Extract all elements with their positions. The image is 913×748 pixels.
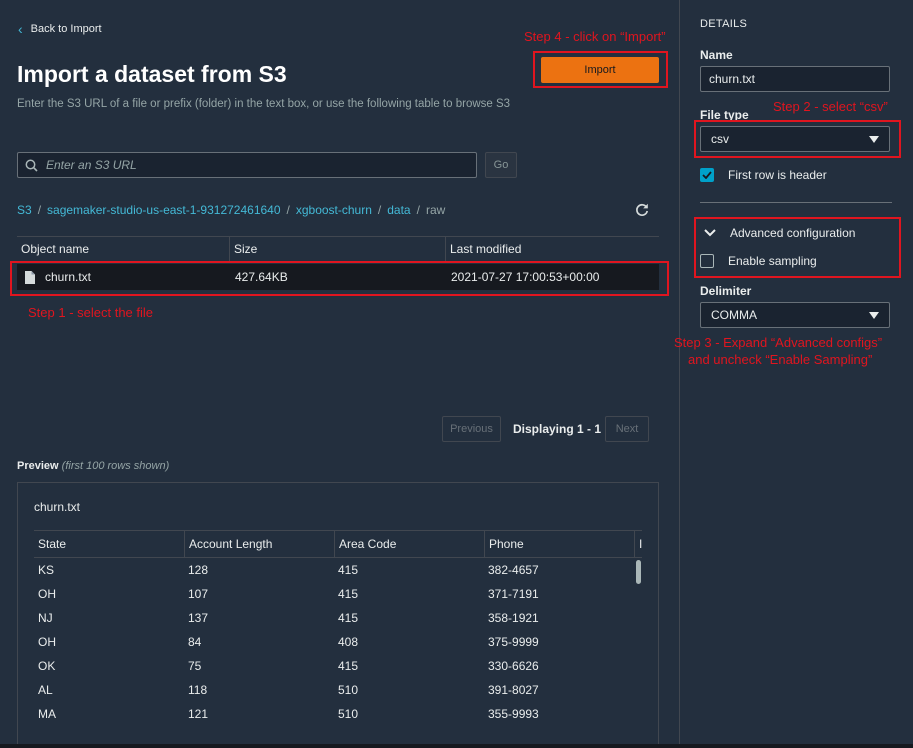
cell-account-length: 75 [188, 659, 202, 673]
cell-state: OH [38, 635, 56, 649]
breadcrumb-separator: / [416, 203, 420, 217]
step1-annotation: Step 1 - select the file [28, 305, 154, 320]
table-row: OK 75 415 330-6626 [34, 654, 642, 678]
preview-scrollbar[interactable] [636, 560, 641, 584]
next-button[interactable]: Next [605, 416, 649, 442]
step1-highlight-box [10, 261, 669, 296]
cell-phone: 382-4657 [488, 563, 539, 577]
cell-state: OK [38, 659, 56, 673]
cell-account-length: 128 [188, 563, 209, 577]
cell-state: MA [38, 707, 56, 721]
column-header-last-modified[interactable]: Last modified [445, 237, 659, 261]
caret-down-icon [869, 311, 879, 319]
preview-label: Preview (first 100 rows shown) [17, 460, 169, 472]
column-header-area-code: Area Code [334, 531, 484, 557]
table-row: AL 118 510 391-8027 [34, 678, 642, 702]
cell-phone: 330-6626 [488, 659, 539, 673]
breadcrumb-bucket[interactable]: sagemaker-studio-us-east-1-931272461640 [47, 203, 280, 217]
preview-note: (first 100 rows shown) [61, 460, 170, 472]
search-icon [25, 159, 38, 172]
cell-area-code: 415 [338, 563, 359, 577]
checkmark-icon [702, 171, 712, 179]
table-row: OH 84 408 375-9999 [34, 630, 642, 654]
chevron-left-icon: ‹ [18, 21, 23, 37]
cell-phone: 358-1921 [488, 611, 539, 625]
breadcrumb-current: raw [425, 203, 446, 217]
name-field[interactable]: churn.txt [700, 66, 890, 92]
step3-highlight-box [694, 217, 901, 278]
breadcrumb-separator: / [286, 203, 290, 217]
breadcrumb: S3 / sagemaker-studio-us-east-1-93127246… [17, 203, 445, 217]
delimiter-value: COMMA [711, 308, 757, 322]
column-header-truncated: I [634, 531, 642, 557]
table-row: OH 107 415 371-7191 [34, 582, 642, 606]
breadcrumb-separator: / [37, 203, 42, 217]
step2-highlight-box [694, 120, 901, 158]
breadcrumb-separator: / [377, 203, 382, 217]
cell-phone: 375-9999 [488, 635, 539, 649]
pagination-status: Displaying 1 - 1 [513, 422, 602, 436]
step3-annotation-line1: Step 3 - Expand “Advanced configs” [674, 335, 883, 350]
page-title: Import a dataset from S3 [17, 61, 287, 87]
cell-phone: 355-9993 [488, 707, 539, 721]
divider [700, 202, 892, 203]
table-row: MA 121 510 355-9993 [34, 702, 642, 726]
cell-account-length: 84 [188, 635, 202, 649]
cell-area-code: 415 [338, 611, 359, 625]
s3-url-input[interactable] [46, 158, 456, 172]
page-description: Enter the S3 URL of a file or prefix (fo… [17, 98, 511, 110]
main-panel: ‹ Back to Import Import a dataset from S… [0, 0, 679, 748]
back-link-label: Back to Import [30, 23, 102, 35]
preview-file-name: churn.txt [34, 500, 81, 514]
delimiter-select[interactable]: COMMA [700, 302, 890, 328]
cell-area-code: 415 [338, 659, 359, 673]
previous-button[interactable]: Previous [442, 416, 501, 442]
cell-account-length: 121 [188, 707, 209, 721]
preview-title: Preview [17, 460, 59, 472]
step3-annotation-line2: and uncheck “Enable Sampling” [688, 352, 873, 367]
step2-annotation: Step 2 - select “csv” [773, 99, 888, 114]
breadcrumb-folder-data[interactable]: data [387, 203, 410, 217]
cell-state: AL [38, 683, 53, 697]
column-header-size[interactable]: Size [229, 237, 445, 261]
cell-phone: 391-8027 [488, 683, 539, 697]
first-row-header-label: First row is header [728, 168, 827, 182]
cell-phone: 371-7191 [488, 587, 539, 601]
bottom-bar [0, 744, 913, 748]
column-header-phone: Phone [484, 531, 634, 557]
cell-state: KS [38, 563, 55, 577]
column-header-object-name[interactable]: Object name [17, 237, 229, 261]
cell-account-length: 107 [188, 587, 209, 601]
cell-area-code: 510 [338, 707, 359, 721]
details-heading: DETAILS [700, 18, 748, 30]
go-button[interactable]: Go [485, 152, 517, 178]
cell-account-length: 137 [188, 611, 209, 625]
name-label: Name [700, 48, 733, 62]
table-row: NJ 137 415 358-1921 [34, 606, 642, 630]
column-header-state: State [38, 537, 67, 551]
first-row-header-checkbox[interactable] [700, 168, 714, 182]
preview-table-header: State Account Length Area Code Phone I [34, 530, 642, 558]
refresh-icon[interactable] [634, 202, 650, 218]
s3-url-search[interactable] [17, 152, 477, 178]
cell-area-code: 408 [338, 635, 359, 649]
cell-area-code: 415 [338, 587, 359, 601]
table-header: Object name Size Last modified [17, 236, 659, 262]
breadcrumb-folder-xgboost[interactable]: xgboost-churn [296, 203, 372, 217]
preview-table: State Account Length Area Code Phone I K… [34, 530, 642, 726]
back-to-import-link[interactable]: ‹ Back to Import [18, 21, 102, 37]
step4-highlight-box [533, 51, 668, 88]
delimiter-label: Delimiter [700, 284, 752, 298]
column-header-account-length: Account Length [184, 531, 334, 557]
table-row: KS 128 415 382-4657 [34, 558, 642, 582]
cell-account-length: 118 [188, 683, 208, 697]
cell-state: OH [38, 587, 56, 601]
cell-state: NJ [38, 611, 53, 625]
step4-annotation: Step 4 - click on “Import” [524, 29, 666, 44]
preview-panel: churn.txt State Account Length Area Code… [17, 482, 659, 748]
cell-area-code: 510 [338, 683, 359, 697]
breadcrumb-s3[interactable]: S3 [17, 203, 32, 217]
